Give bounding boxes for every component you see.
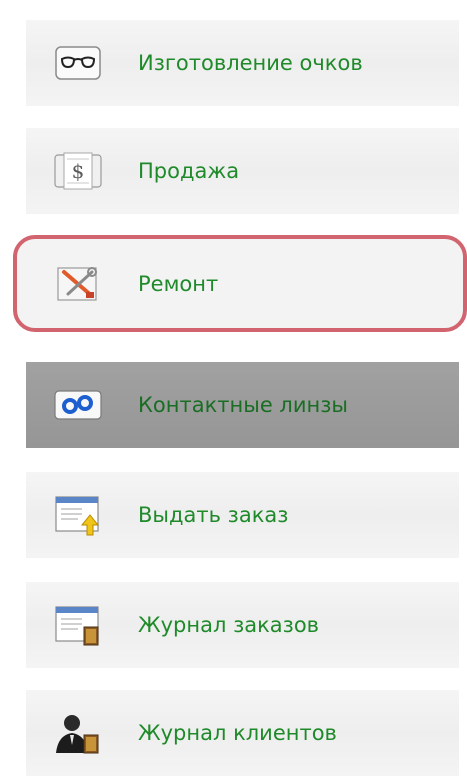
clients-journal-icon — [52, 711, 104, 755]
menu-item-repair[interactable]: Ремонт — [13, 235, 467, 332]
menu-item-orders-journal[interactable]: Журнал заказов — [26, 582, 459, 668]
contact-lenses-icon — [52, 383, 104, 427]
svg-text:$: $ — [72, 159, 85, 183]
menu-item-contact-lenses[interactable]: Контактные линзы — [26, 362, 459, 448]
menu-item-glasses-making[interactable]: Изготовление очков — [26, 20, 459, 106]
menu-item-issue-order[interactable]: Выдать заказ — [26, 472, 459, 558]
orders-journal-icon — [52, 603, 104, 647]
menu-item-label: Журнал заказов — [138, 613, 320, 637]
repair-tools-icon — [52, 262, 104, 306]
side-menu: Изготовление очков $ Продажа Ремонт Конт… — [0, 0, 467, 776]
menu-item-label: Продажа — [138, 159, 240, 183]
menu-item-label: Выдать заказ — [138, 503, 289, 527]
menu-item-label: Журнал клиентов — [138, 721, 337, 745]
menu-item-clients-journal[interactable]: Журнал клиентов — [26, 690, 459, 776]
menu-item-sale[interactable]: $ Продажа — [26, 128, 459, 214]
dollar-document-icon: $ — [52, 149, 104, 193]
issue-order-icon — [52, 493, 104, 537]
menu-item-label: Контактные линзы — [138, 393, 348, 417]
glasses-icon — [52, 41, 104, 85]
menu-item-label: Изготовление очков — [138, 51, 363, 75]
menu-item-label: Ремонт — [138, 271, 219, 296]
